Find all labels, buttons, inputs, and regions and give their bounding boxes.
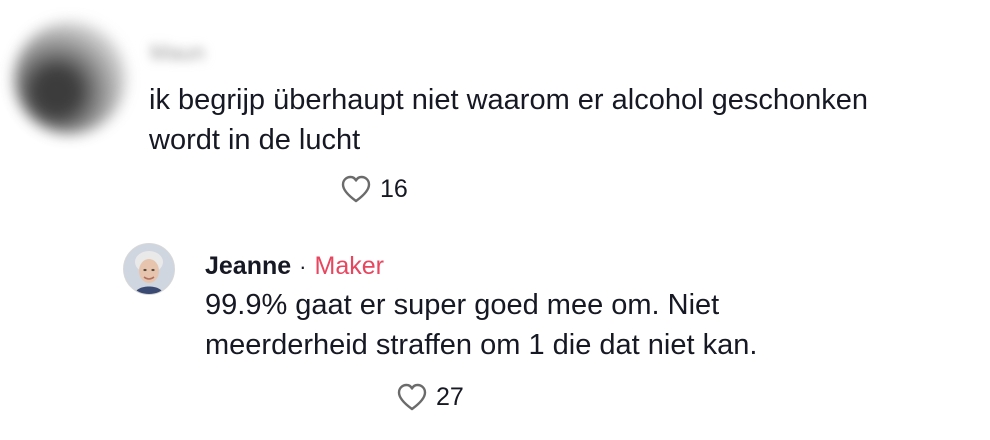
heart-outline-icon xyxy=(397,383,427,411)
reply-item: Jeanne · Maker 99.9% gaat er super goed … xyxy=(0,215,990,440)
heart-outline-icon xyxy=(341,175,371,203)
comment-username[interactable]: Maun xyxy=(150,40,205,66)
separator-dot: · xyxy=(299,253,307,279)
comment-item: Maun ik begrijp überhaupt niet waarom er… xyxy=(0,0,990,215)
user-avatar[interactable] xyxy=(123,243,175,295)
avatar-photo-icon xyxy=(124,244,174,294)
comment-username[interactable]: Jeanne xyxy=(205,252,291,281)
comment-text-line: wordt in de lucht xyxy=(149,124,361,156)
comment-text-line: 99.9% gaat er super goed mee om. Niet xyxy=(205,289,720,321)
like-button[interactable]: 27 xyxy=(396,382,464,412)
comment-text-line: meerderheid straffen om 1 die dat niet k… xyxy=(205,329,758,361)
like-count: 27 xyxy=(436,382,464,411)
user-avatar[interactable] xyxy=(14,22,126,134)
like-count: 16 xyxy=(380,174,408,203)
creator-badge: Maker xyxy=(314,252,384,280)
reply-header: Jeanne · Maker xyxy=(205,252,384,281)
comment-text: ik begrijp überhaupt niet waarom er alco… xyxy=(149,80,868,160)
like-button[interactable]: 16 xyxy=(340,174,408,204)
comment-text: 99.9% gaat er super goed mee om. Niet me… xyxy=(205,285,757,365)
comment-text-line: ik begrijp überhaupt niet waarom er alco… xyxy=(149,84,868,116)
